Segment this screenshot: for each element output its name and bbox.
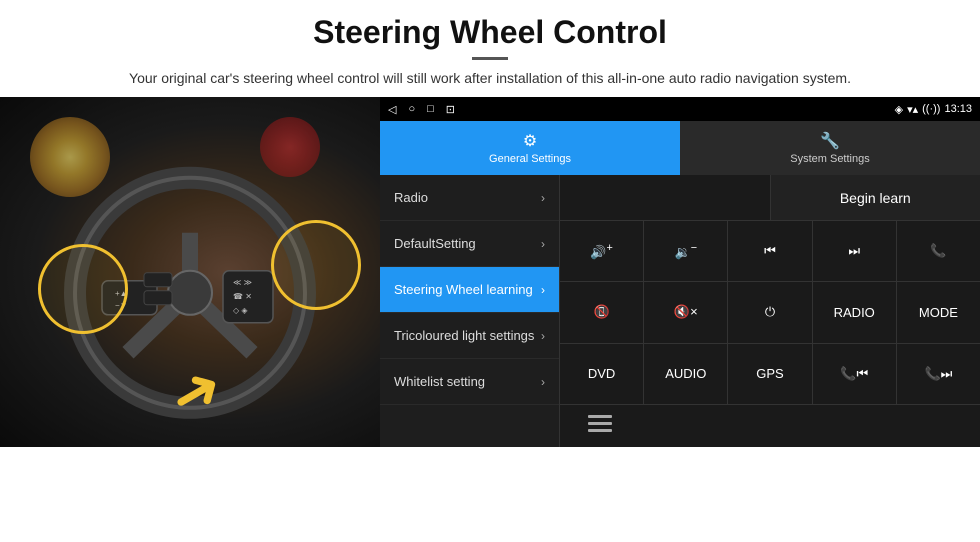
android-panel: ◁ ○ □ ⊡ ◈ ▾▴ ((·)) 13:13 ⚙ General Setti… — [380, 97, 980, 447]
menu-steering-label: Steering Wheel learning — [394, 282, 533, 297]
menu-default-label: DefaultSetting — [394, 236, 476, 251]
begin-learn-label: Begin learn — [840, 190, 911, 206]
mute-button[interactable]: 🔇× — [644, 282, 728, 342]
dvd-label: DVD — [588, 366, 615, 381]
general-settings-icon: ⚙ — [523, 131, 537, 151]
power-button[interactable]: ⏻ — [728, 282, 812, 342]
chevron-icon: › — [541, 375, 545, 389]
svg-text:◇ ◈: ◇ ◈ — [233, 306, 248, 315]
time-display: 13:13 — [944, 103, 972, 115]
vol-up-button[interactable]: 🔊+ — [560, 221, 644, 281]
settings-menu: Radio › DefaultSetting › Steering Wheel … — [380, 175, 560, 447]
chevron-icon: › — [541, 283, 545, 297]
nav-buttons: ◁ ○ □ ⊡ — [388, 103, 455, 116]
tab-general-label: General Settings — [489, 153, 571, 165]
control-row-3: DVD AUDIO GPS 📞⏮ 📞⏭ — [560, 344, 980, 405]
tel-next-button[interactable]: 📞⏭ — [897, 344, 980, 404]
tel-prev-icon: 📞⏮ — [840, 366, 868, 382]
chevron-icon: › — [541, 237, 545, 251]
begin-learn-button[interactable]: Begin learn — [771, 175, 980, 220]
next-track-icon: ⏭ — [848, 243, 860, 259]
dvd-button[interactable]: DVD — [560, 344, 644, 404]
chevron-icon: › — [541, 329, 545, 343]
tab-system-label: System Settings — [790, 153, 869, 165]
nav-media-icon[interactable]: ⊡ — [446, 103, 455, 116]
menu-item-radio[interactable]: Radio › — [380, 175, 559, 221]
tab-general-settings[interactable]: ⚙ General Settings — [380, 121, 680, 175]
mode-button[interactable]: MODE — [897, 282, 980, 342]
menu-radio-label: Radio — [394, 190, 428, 205]
prev-track-icon: ⏮ — [764, 243, 776, 259]
tel-prev-button[interactable]: 📞⏮ — [813, 344, 897, 404]
mode-label: MODE — [919, 305, 958, 320]
nav-home-icon[interactable]: ○ — [408, 103, 415, 115]
gps-button[interactable]: GPS — [728, 344, 812, 404]
wifi-icon: ((·)) — [922, 103, 940, 115]
menu-item-default[interactable]: DefaultSetting › — [380, 221, 559, 267]
next-track-button[interactable]: ⏭ — [813, 221, 897, 281]
hang-up-icon: 📵 — [594, 304, 610, 320]
mute-icon: 🔇× — [674, 304, 698, 320]
nav-recent-icon[interactable]: □ — [427, 103, 434, 115]
svg-text:≪ ≫: ≪ ≫ — [233, 278, 252, 287]
menu-tricoloured-label: Tricoloured light settings — [394, 328, 534, 343]
highlight-circle-left — [38, 244, 128, 334]
menu-whitelist-label: Whitelist setting — [394, 374, 485, 389]
hang-up-button[interactable]: 📵 — [560, 282, 644, 342]
tab-system-settings[interactable]: 🔧 System Settings — [680, 121, 980, 175]
system-settings-icon: 🔧 — [820, 131, 840, 151]
radio-button[interactable]: RADIO — [813, 282, 897, 342]
steering-wheel-image: +▲ −▼ ≪ ≫ ☎ ✕ ◇ ◈ ➜ — [0, 97, 380, 447]
svg-text:☎ ✕: ☎ ✕ — [233, 292, 252, 301]
vol-down-icon: 🔉− — [675, 242, 698, 260]
extra-button[interactable] — [560, 405, 640, 447]
page-subtitle: Your original car's steering wheel contr… — [40, 68, 940, 89]
control-row-1: 🔊+ 🔉− ⏮ ⏭ 📞 — [560, 221, 980, 282]
control-panel: Begin learn 🔊+ 🔉− ⏮ — [560, 175, 980, 447]
menu-item-tricoloured[interactable]: Tricoloured light settings › — [380, 313, 559, 359]
chevron-icon: › — [541, 191, 545, 205]
status-indicators: ◈ ▾▴ ((·)) 13:13 — [895, 103, 972, 116]
nav-back-icon[interactable]: ◁ — [388, 103, 396, 116]
extra-icon — [588, 415, 612, 436]
header-section: Steering Wheel Control Your original car… — [0, 0, 980, 97]
location-icon: ◈ — [895, 103, 903, 116]
phone-icon: 📞 — [930, 243, 946, 259]
menu-item-steering[interactable]: Steering Wheel learning › — [380, 267, 559, 313]
menu-item-whitelist[interactable]: Whitelist setting › — [380, 359, 559, 405]
vol-up-icon: 🔊+ — [590, 242, 613, 260]
highlight-circle-right — [271, 220, 361, 310]
power-icon: ⏻ — [765, 304, 775, 320]
tel-next-icon: 📞⏭ — [924, 366, 952, 382]
signal-icon: ▾▴ — [907, 103, 918, 116]
phone-button[interactable]: 📞 — [897, 221, 980, 281]
page-title: Steering Wheel Control — [40, 14, 940, 51]
prev-track-button[interactable]: ⏮ — [728, 221, 812, 281]
tab-bar: ⚙ General Settings 🔧 System Settings — [380, 121, 980, 175]
begin-learn-row: Begin learn — [560, 175, 980, 221]
status-bar: ◁ ○ □ ⊡ ◈ ▾▴ ((·)) 13:13 — [380, 97, 980, 121]
main-content: Radio › DefaultSetting › Steering Wheel … — [380, 175, 980, 447]
spacer — [560, 175, 771, 220]
control-row-4 — [560, 405, 980, 447]
audio-button[interactable]: AUDIO — [644, 344, 728, 404]
radio-label: RADIO — [834, 305, 875, 320]
vol-down-button[interactable]: 🔉− — [644, 221, 728, 281]
title-divider — [472, 57, 508, 60]
audio-label: AUDIO — [665, 366, 706, 381]
control-row-2: 📵 🔇× ⏻ RADIO MODE — [560, 282, 980, 343]
content-area: +▲ −▼ ≪ ≫ ☎ ✕ ◇ ◈ ➜ ◁ ○ □ ⊡ ◈ — [0, 97, 980, 447]
gps-label: GPS — [756, 366, 783, 381]
button-grid: 🔊+ 🔉− ⏮ ⏭ 📞 — [560, 221, 980, 447]
